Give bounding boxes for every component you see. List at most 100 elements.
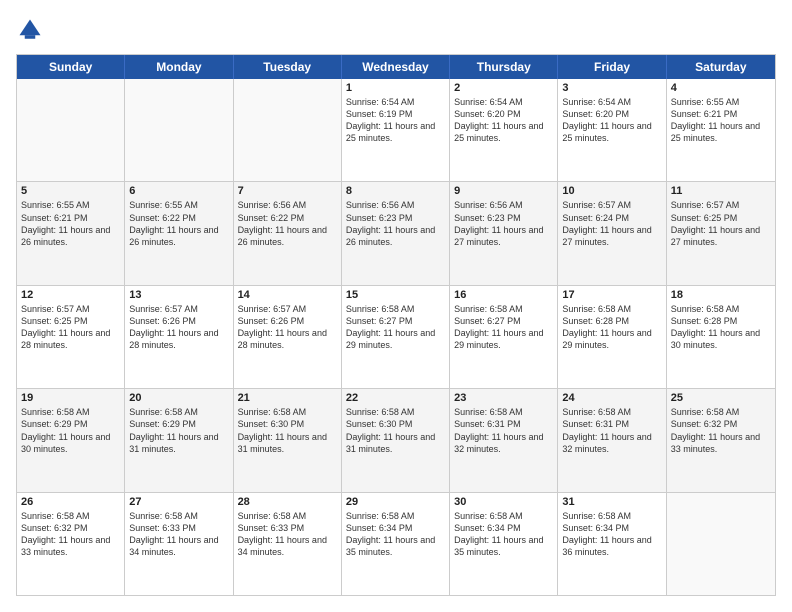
calendar-day-28: 28 Sunrise: 6:58 AM Sunset: 6:33 PM Dayli… xyxy=(234,493,342,595)
day-info: Sunrise: 6:58 AM Sunset: 6:34 PM Dayligh… xyxy=(454,510,553,559)
day-info: Sunrise: 6:54 AM Sunset: 6:19 PM Dayligh… xyxy=(346,96,445,145)
header-cell-tuesday: Tuesday xyxy=(234,55,342,79)
day-number: 15 xyxy=(346,289,445,301)
calendar-day-26: 26 Sunrise: 6:58 AM Sunset: 6:32 PM Dayli… xyxy=(17,493,125,595)
calendar-day-27: 27 Sunrise: 6:58 AM Sunset: 6:33 PM Dayli… xyxy=(125,493,233,595)
day-number: 24 xyxy=(562,392,661,404)
day-number: 4 xyxy=(671,82,771,94)
header-cell-friday: Friday xyxy=(558,55,666,79)
calendar: SundayMondayTuesdayWednesdayThursdayFrid… xyxy=(16,54,776,596)
day-number: 14 xyxy=(238,289,337,301)
day-number: 18 xyxy=(671,289,771,301)
calendar-empty-cell xyxy=(234,79,342,181)
day-number: 29 xyxy=(346,496,445,508)
calendar-day-15: 15 Sunrise: 6:58 AM Sunset: 6:27 PM Dayli… xyxy=(342,286,450,388)
calendar-day-1: 1 Sunrise: 6:54 AM Sunset: 6:19 PM Daylig… xyxy=(342,79,450,181)
day-info: Sunrise: 6:56 AM Sunset: 6:22 PM Dayligh… xyxy=(238,199,337,248)
day-number: 21 xyxy=(238,392,337,404)
calendar-day-10: 10Sunrise: 6:57 AM Sunset: 6:24 PM Dayli… xyxy=(558,182,666,284)
day-number: 8 xyxy=(346,185,445,197)
calendar-week-5: 26 Sunrise: 6:58 AM Sunset: 6:32 PM Dayli… xyxy=(17,493,775,595)
calendar-header-row: SundayMondayTuesdayWednesdayThursdayFrid… xyxy=(17,55,775,79)
header-cell-thursday: Thursday xyxy=(450,55,558,79)
day-number: 3 xyxy=(562,82,661,94)
day-number: 1 xyxy=(346,82,445,94)
day-number: 30 xyxy=(454,496,553,508)
day-info: Sunrise: 6:58 AM Sunset: 6:34 PM Dayligh… xyxy=(346,510,445,559)
day-info: Sunrise: 6:58 AM Sunset: 6:31 PM Dayligh… xyxy=(454,406,553,455)
calendar-day-21: 21Sunrise: 6:58 AM Sunset: 6:30 PM Dayli… xyxy=(234,389,342,491)
day-number: 25 xyxy=(671,392,771,404)
day-number: 27 xyxy=(129,496,228,508)
day-info: Sunrise: 6:55 AM Sunset: 6:21 PM Dayligh… xyxy=(21,199,120,248)
calendar-day-17: 17 Sunrise: 6:58 AM Sunset: 6:28 PM Dayli… xyxy=(558,286,666,388)
calendar-day-31: 31 Sunrise: 6:58 AM Sunset: 6:34 PM Dayli… xyxy=(558,493,666,595)
calendar-day-25: 25Sunrise: 6:58 AM Sunset: 6:32 PM Dayli… xyxy=(667,389,775,491)
calendar-day-13: 13Sunrise: 6:57 AM Sunset: 6:26 PM Dayli… xyxy=(125,286,233,388)
calendar-day-6: 6Sunrise: 6:55 AM Sunset: 6:22 PM Daylig… xyxy=(125,182,233,284)
header-cell-wednesday: Wednesday xyxy=(342,55,450,79)
day-info: Sunrise: 6:58 AM Sunset: 6:34 PM Dayligh… xyxy=(562,510,661,559)
calendar-day-23: 23Sunrise: 6:58 AM Sunset: 6:31 PM Dayli… xyxy=(450,389,558,491)
day-number: 26 xyxy=(21,496,120,508)
calendar-week-3: 12 Sunrise: 6:57 AM Sunset: 6:25 PM Dayli… xyxy=(17,286,775,389)
day-info: Sunrise: 6:58 AM Sunset: 6:29 PM Dayligh… xyxy=(21,406,120,455)
day-number: 22 xyxy=(346,392,445,404)
day-info: Sunrise: 6:58 AM Sunset: 6:31 PM Dayligh… xyxy=(562,406,661,455)
day-info: Sunrise: 6:58 AM Sunset: 6:27 PM Dayligh… xyxy=(346,303,445,352)
header xyxy=(16,16,776,44)
day-info: Sunrise: 6:54 AM Sunset: 6:20 PM Dayligh… xyxy=(562,96,661,145)
day-info: Sunrise: 6:58 AM Sunset: 6:33 PM Dayligh… xyxy=(238,510,337,559)
calendar-day-9: 9Sunrise: 6:56 AM Sunset: 6:23 PM Daylig… xyxy=(450,182,558,284)
day-info: Sunrise: 6:58 AM Sunset: 6:30 PM Dayligh… xyxy=(346,406,445,455)
day-number: 16 xyxy=(454,289,553,301)
calendar-day-20: 20 Sunrise: 6:58 AM Sunset: 6:29 PM Dayli… xyxy=(125,389,233,491)
calendar-week-1: 1 Sunrise: 6:54 AM Sunset: 6:19 PM Daylig… xyxy=(17,79,775,182)
day-number: 12 xyxy=(21,289,120,301)
logo-icon xyxy=(16,16,44,44)
calendar-body: 1 Sunrise: 6:54 AM Sunset: 6:19 PM Daylig… xyxy=(17,79,775,595)
day-number: 20 xyxy=(129,392,228,404)
day-info: Sunrise: 6:57 AM Sunset: 6:25 PM Dayligh… xyxy=(671,199,771,248)
calendar-day-24: 24 Sunrise: 6:58 AM Sunset: 6:31 PM Dayli… xyxy=(558,389,666,491)
day-info: Sunrise: 6:54 AM Sunset: 6:20 PM Dayligh… xyxy=(454,96,553,145)
day-info: Sunrise: 6:58 AM Sunset: 6:29 PM Dayligh… xyxy=(129,406,228,455)
day-number: 31 xyxy=(562,496,661,508)
day-number: 13 xyxy=(129,289,228,301)
calendar-day-4: 4Sunrise: 6:55 AM Sunset: 6:21 PM Daylig… xyxy=(667,79,775,181)
day-number: 7 xyxy=(238,185,337,197)
calendar-day-12: 12 Sunrise: 6:57 AM Sunset: 6:25 PM Dayli… xyxy=(17,286,125,388)
calendar-empty-cell xyxy=(17,79,125,181)
calendar-day-11: 11 Sunrise: 6:57 AM Sunset: 6:25 PM Dayli… xyxy=(667,182,775,284)
calendar-day-16: 16Sunrise: 6:58 AM Sunset: 6:27 PM Dayli… xyxy=(450,286,558,388)
calendar-week-2: 5 Sunrise: 6:55 AM Sunset: 6:21 PM Daylig… xyxy=(17,182,775,285)
day-number: 2 xyxy=(454,82,553,94)
calendar-day-2: 2 Sunrise: 6:54 AM Sunset: 6:20 PM Daylig… xyxy=(450,79,558,181)
calendar-day-18: 18Sunrise: 6:58 AM Sunset: 6:28 PM Dayli… xyxy=(667,286,775,388)
calendar-day-8: 8Sunrise: 6:56 AM Sunset: 6:23 PM Daylig… xyxy=(342,182,450,284)
calendar-day-7: 7 Sunrise: 6:56 AM Sunset: 6:22 PM Daylig… xyxy=(234,182,342,284)
page: SundayMondayTuesdayWednesdayThursdayFrid… xyxy=(0,0,792,612)
day-info: Sunrise: 6:57 AM Sunset: 6:26 PM Dayligh… xyxy=(238,303,337,352)
day-number: 28 xyxy=(238,496,337,508)
calendar-day-19: 19 Sunrise: 6:58 AM Sunset: 6:29 PM Dayli… xyxy=(17,389,125,491)
day-number: 11 xyxy=(671,185,771,197)
calendar-day-30: 30 Sunrise: 6:58 AM Sunset: 6:34 PM Dayli… xyxy=(450,493,558,595)
calendar-day-3: 3 Sunrise: 6:54 AM Sunset: 6:20 PM Daylig… xyxy=(558,79,666,181)
calendar-day-29: 29 Sunrise: 6:58 AM Sunset: 6:34 PM Dayli… xyxy=(342,493,450,595)
header-cell-sunday: Sunday xyxy=(17,55,125,79)
header-cell-saturday: Saturday xyxy=(667,55,775,79)
calendar-day-5: 5 Sunrise: 6:55 AM Sunset: 6:21 PM Daylig… xyxy=(17,182,125,284)
day-number: 19 xyxy=(21,392,120,404)
logo xyxy=(16,16,48,44)
day-info: Sunrise: 6:57 AM Sunset: 6:25 PM Dayligh… xyxy=(21,303,120,352)
calendar-empty-cell xyxy=(125,79,233,181)
day-info: Sunrise: 6:58 AM Sunset: 6:33 PM Dayligh… xyxy=(129,510,228,559)
day-number: 17 xyxy=(562,289,661,301)
header-cell-monday: Monday xyxy=(125,55,233,79)
day-info: Sunrise: 6:58 AM Sunset: 6:28 PM Dayligh… xyxy=(562,303,661,352)
day-number: 5 xyxy=(21,185,120,197)
calendar-day-14: 14 Sunrise: 6:57 AM Sunset: 6:26 PM Dayli… xyxy=(234,286,342,388)
day-info: Sunrise: 6:58 AM Sunset: 6:32 PM Dayligh… xyxy=(21,510,120,559)
day-info: Sunrise: 6:55 AM Sunset: 6:22 PM Dayligh… xyxy=(129,199,228,248)
